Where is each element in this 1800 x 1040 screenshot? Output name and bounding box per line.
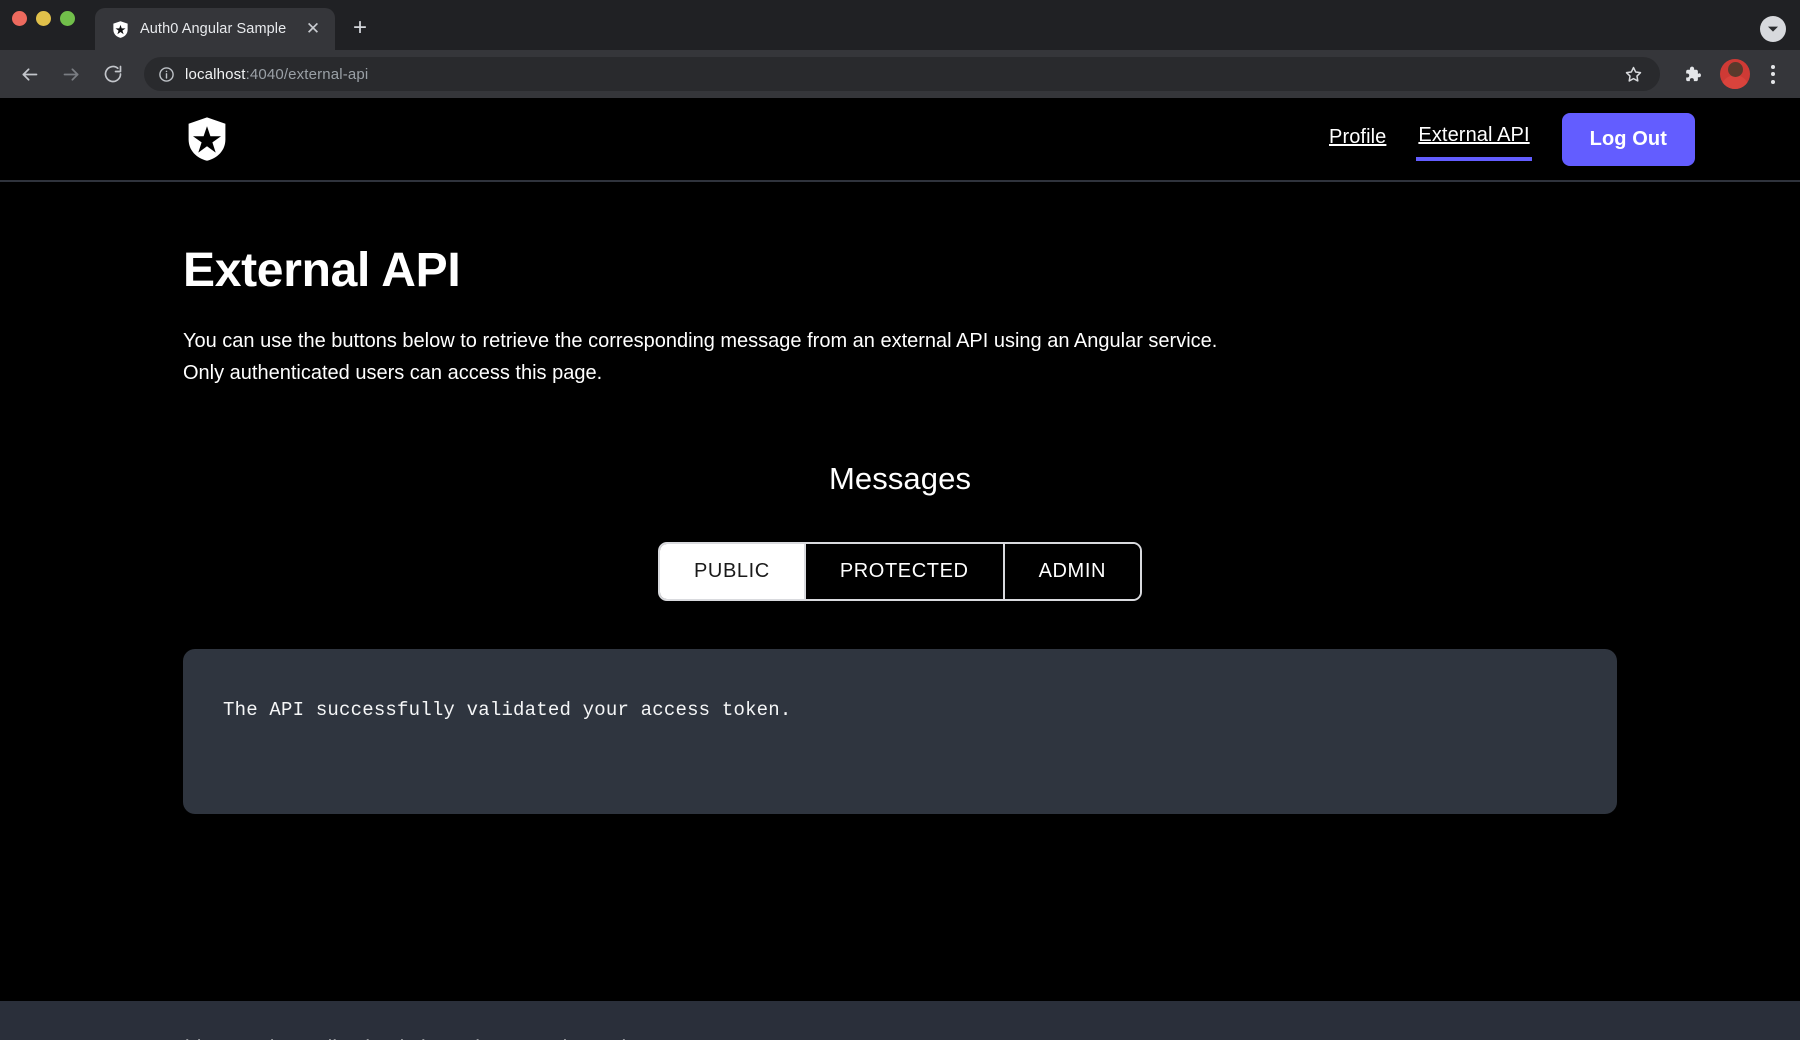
profile-avatar[interactable] bbox=[1720, 59, 1750, 89]
minimize-window-button[interactable] bbox=[36, 11, 51, 26]
tabstrip-right-controls bbox=[1760, 16, 1786, 42]
api-result-text: The API successfully validated your acce… bbox=[223, 696, 1577, 725]
url-host: localhost bbox=[185, 66, 246, 83]
browser-tabstrip: Auth0 Angular Sample ✕ + bbox=[0, 0, 1800, 50]
url-text: localhost:4040/external-api bbox=[185, 66, 1610, 83]
kebab-dot bbox=[1771, 72, 1775, 76]
browser-tab-title: Auth0 Angular Sample bbox=[140, 21, 293, 37]
api-result-panel: The API successfully validated your acce… bbox=[183, 649, 1617, 814]
page-title: External API bbox=[183, 245, 1617, 298]
browser-tab-active[interactable]: Auth0 Angular Sample ✕ bbox=[95, 8, 335, 50]
avatar-body bbox=[1721, 75, 1749, 89]
message-type-selector-wrap: PUBLIC PROTECTED ADMIN bbox=[183, 542, 1617, 601]
auth0-logo-icon[interactable] bbox=[183, 115, 231, 163]
browser-toolbar: localhost:4040/external-api bbox=[0, 50, 1800, 98]
protected-message-button[interactable]: PROTECTED bbox=[806, 544, 1005, 599]
browser-chrome: Auth0 Angular Sample ✕ + localhost:4040/… bbox=[0, 0, 1800, 98]
extensions-icon[interactable] bbox=[1674, 57, 1708, 91]
bookmark-star-icon[interactable] bbox=[1620, 61, 1646, 87]
address-bar[interactable]: localhost:4040/external-api bbox=[144, 57, 1660, 91]
site-info-icon[interactable] bbox=[158, 66, 175, 83]
messages-heading: Messages bbox=[183, 461, 1617, 497]
back-button[interactable] bbox=[10, 55, 48, 93]
reload-button[interactable] bbox=[94, 55, 132, 93]
close-tab-button[interactable]: ✕ bbox=[303, 19, 323, 39]
url-path: :4040/external-api bbox=[246, 66, 369, 83]
app-footer: This sample application is brought to yo… bbox=[0, 1001, 1800, 1040]
app-navbar: Profile External API Log Out bbox=[0, 98, 1800, 182]
navbar-links: Profile External API Log Out bbox=[1327, 113, 1695, 166]
chevron-down-icon[interactable] bbox=[1760, 16, 1786, 42]
forward-button[interactable] bbox=[52, 55, 90, 93]
kebab-dot bbox=[1771, 80, 1775, 84]
page-description: You can use the buttons below to retriev… bbox=[183, 325, 1263, 389]
avatar-head bbox=[1728, 62, 1743, 77]
nav-link-external-api[interactable]: External API bbox=[1416, 118, 1531, 161]
nav-link-profile[interactable]: Profile bbox=[1327, 120, 1388, 159]
message-type-button-group: PUBLIC PROTECTED ADMIN bbox=[658, 542, 1142, 601]
new-tab-button[interactable]: + bbox=[343, 12, 377, 46]
admin-message-button[interactable]: ADMIN bbox=[1005, 544, 1140, 599]
public-message-button[interactable]: PUBLIC bbox=[660, 544, 806, 599]
auth0-shield-icon bbox=[111, 20, 130, 39]
maximize-window-button[interactable] bbox=[60, 11, 75, 26]
page-viewport: Profile External API Log Out External AP… bbox=[0, 98, 1800, 1040]
window-controls bbox=[12, 0, 95, 50]
browser-menu-button[interactable] bbox=[1760, 57, 1786, 91]
kebab-dot bbox=[1771, 65, 1775, 69]
main-content: External API You can use the buttons bel… bbox=[0, 245, 1800, 814]
close-window-button[interactable] bbox=[12, 11, 27, 26]
logout-button[interactable]: Log Out bbox=[1562, 113, 1695, 166]
